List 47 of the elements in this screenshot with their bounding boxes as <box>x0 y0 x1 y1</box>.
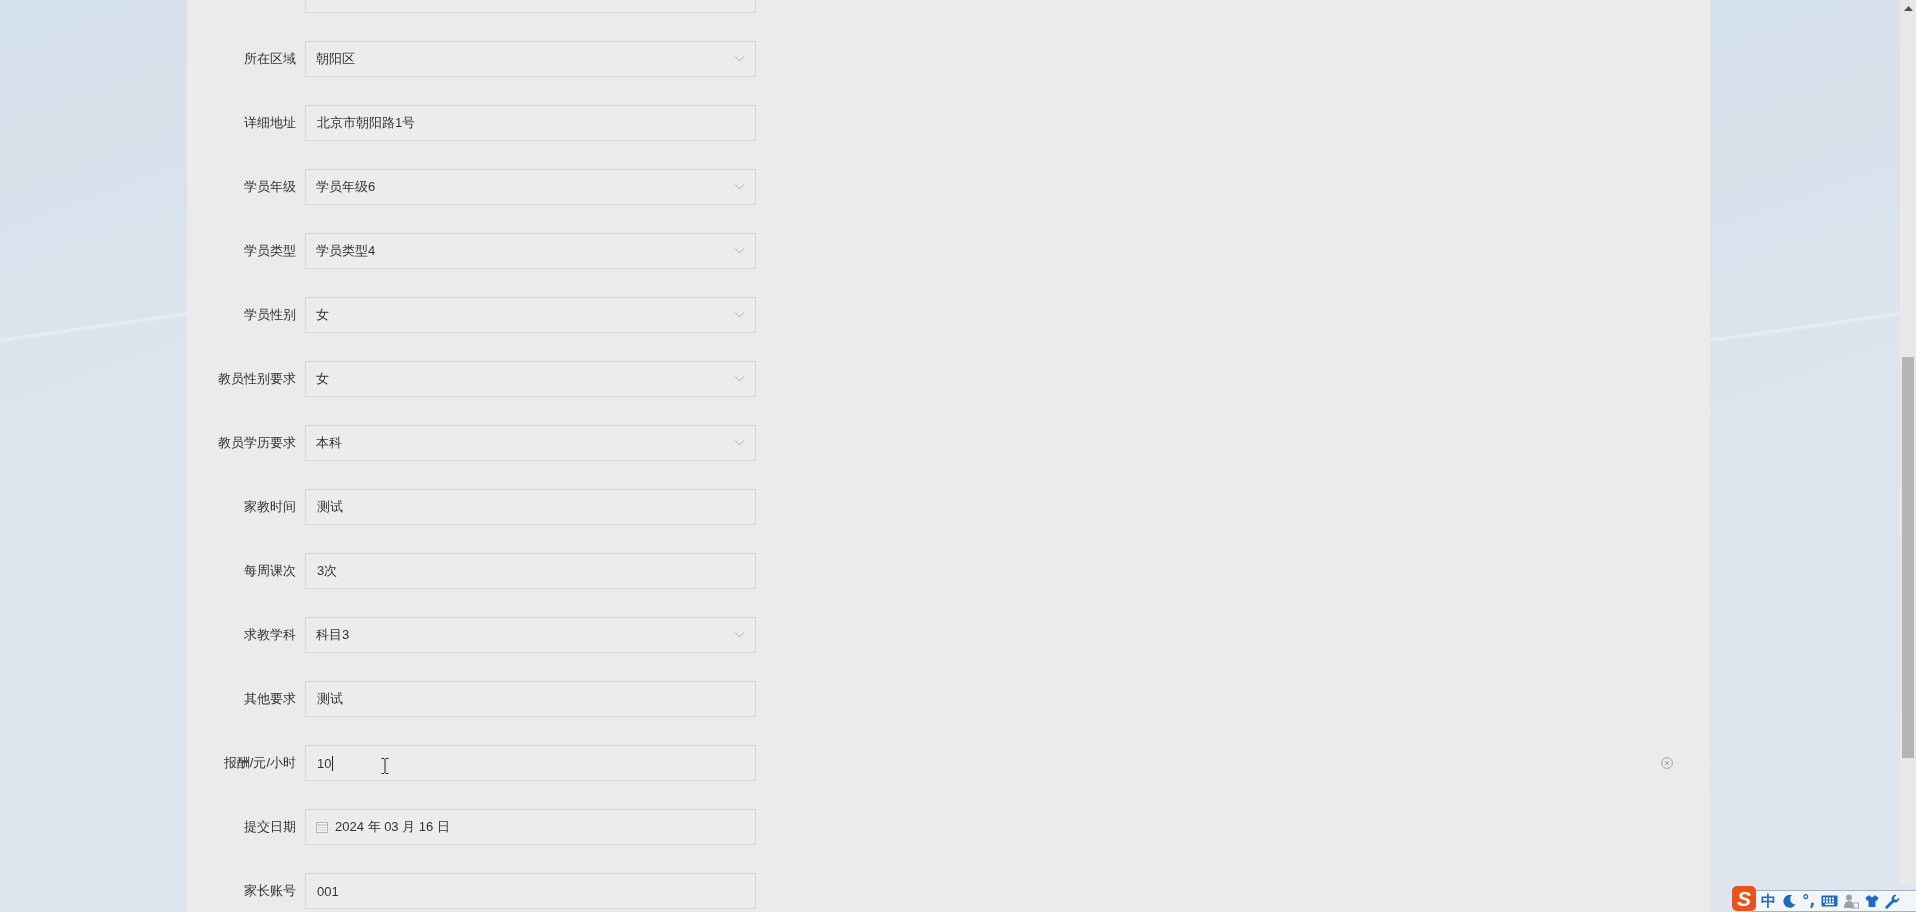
logo-icon[interactable]: S <box>1732 886 1756 911</box>
field-label: 详细地址 <box>243 114 296 132</box>
select-field[interactable]: 朝阳区 <box>305 41 756 77</box>
scroll-up-icon[interactable] <box>1903 5 1913 11</box>
field-label: 报酬/元/小时 <box>222 754 296 772</box>
chevron-down-icon <box>735 632 744 638</box>
field-label: 学员性别 <box>243 306 296 324</box>
text-field[interactable]: 测试 <box>305 681 756 717</box>
shirt-icon[interactable] <box>1865 894 1880 908</box>
select-field[interactable]: 本科 <box>305 425 756 461</box>
field-label: 提交日期 <box>243 818 296 836</box>
field-label: 家教时间 <box>243 498 296 516</box>
text-field[interactable]: 001 <box>305 873 756 909</box>
input-mode-button[interactable]: 中 <box>1761 892 1776 910</box>
chevron-down-icon <box>735 376 744 382</box>
chevron-down-icon <box>735 248 744 254</box>
field-label: 教员学历要求 <box>217 434 296 452</box>
scrollbar[interactable] <box>1900 0 1916 884</box>
select-field[interactable]: 女 <box>305 361 756 397</box>
field-label: 家长账号 <box>243 882 296 900</box>
field-label: 其他要求 <box>243 690 296 708</box>
text-field[interactable]: 10 <box>305 745 756 781</box>
scrollbar-thumb[interactable] <box>1902 357 1914 758</box>
field-label: 学员类型 <box>243 242 296 260</box>
moon-icon[interactable] <box>1782 894 1796 908</box>
text-field[interactable]: 3次 <box>305 553 756 589</box>
date-field[interactable]: 2024 年 03 月 16 日 <box>305 809 756 845</box>
field-label: 每周课次 <box>243 562 296 580</box>
chevron-down-icon <box>735 56 744 62</box>
field-label: 学员年级 <box>243 178 296 196</box>
select-field[interactable]: 学员年级6 <box>305 169 756 205</box>
field-label: 教员性别要求 <box>217 370 296 388</box>
text-field[interactable]: 北京市朝阳路1号 <box>305 105 756 141</box>
chevron-down-icon <box>735 312 744 318</box>
text-field[interactable]: 测试 <box>305 489 756 525</box>
select-field[interactable]: 学员类型4 <box>305 233 756 269</box>
punctuation-button[interactable]: °, <box>1802 892 1816 910</box>
field-label: 求教学科 <box>243 626 296 644</box>
chevron-down-icon <box>735 184 744 190</box>
wrench-icon[interactable] <box>1885 893 1901 909</box>
select-field[interactable]: 科目3 <box>305 617 756 653</box>
keyboard-icon[interactable] <box>1821 895 1839 907</box>
i-beam-cursor-icon <box>381 758 389 774</box>
chevron-down-icon <box>735 440 744 446</box>
calendar-icon <box>316 821 328 833</box>
field-label: 所在区域 <box>243 50 296 68</box>
select-field[interactable]: 女 <box>305 297 756 333</box>
